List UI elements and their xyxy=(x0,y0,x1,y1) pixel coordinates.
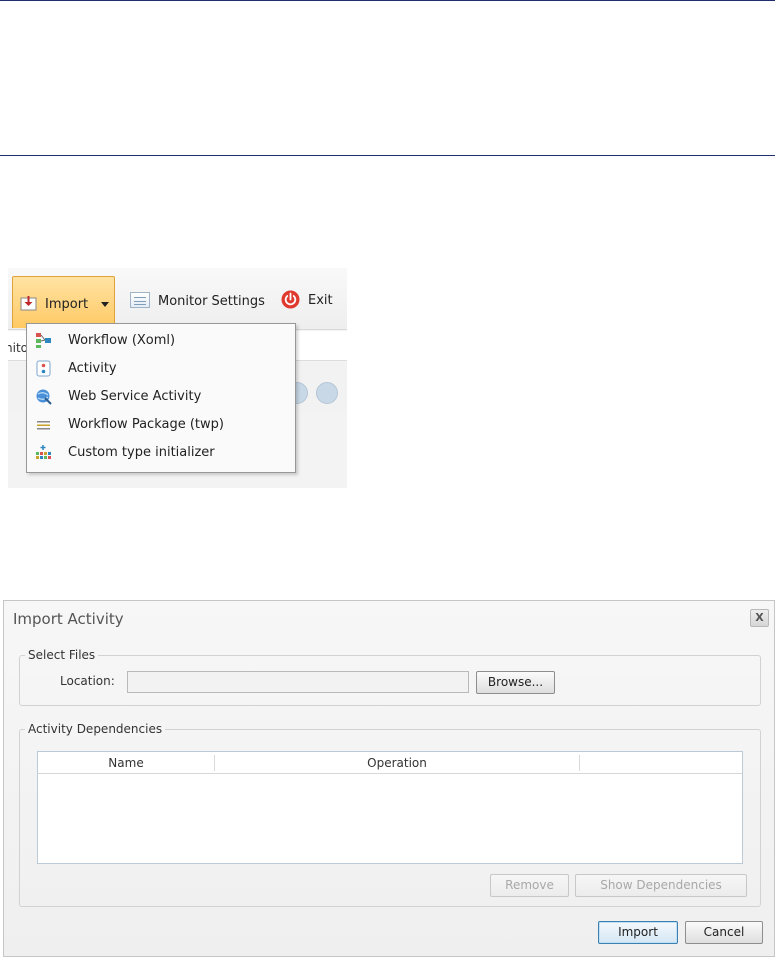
location-input[interactable] xyxy=(127,671,469,693)
activity-dependencies-legend: Activity Dependencies xyxy=(25,722,166,736)
menu-item-workflow-package[interactable]: Workflow Package (twp) xyxy=(28,410,294,438)
toolbar-screenshot: Import Monitor Settings Exit nito Workfl… xyxy=(8,268,347,488)
power-icon xyxy=(281,290,300,309)
browse-button[interactable]: Browse... xyxy=(476,671,555,694)
underlying-tab-text: nito xyxy=(8,341,28,355)
location-label: Location: xyxy=(60,674,115,688)
workflow-icon xyxy=(36,333,51,348)
dependencies-table[interactable]: Name Operation xyxy=(37,751,743,864)
monitor-settings-icon xyxy=(130,292,150,308)
menu-item-label: Custom type initializer xyxy=(68,445,215,460)
menu-item-label: Activity xyxy=(68,361,117,376)
show-dependencies-label: Show Dependencies xyxy=(600,878,722,892)
menu-item-custom-type-initializer[interactable]: Custom type initializer xyxy=(28,438,294,466)
remove-button[interactable]: Remove xyxy=(490,874,569,897)
import-icon xyxy=(20,296,37,311)
column-header-operation[interactable]: Operation xyxy=(215,752,579,774)
menu-item-label: Web Service Activity xyxy=(68,389,202,404)
exit-label: Exit xyxy=(308,293,333,308)
menu-item-workflow-xoml[interactable]: Workflow (Xoml) xyxy=(28,326,294,354)
top-rule xyxy=(0,0,775,1)
menu-item-activity[interactable]: Activity xyxy=(28,354,294,382)
activity-dependencies-group: Activity Dependencies Name Operation Rem… xyxy=(19,722,761,907)
close-button[interactable]: X xyxy=(750,609,769,627)
column-header-name[interactable]: Name xyxy=(38,752,214,774)
import-button[interactable]: Import xyxy=(598,921,678,944)
menu-item-label: Workflow (Xoml) xyxy=(68,333,176,348)
menu-item-label: Workflow Package (twp) xyxy=(68,417,224,432)
custom-type-icon xyxy=(36,445,51,459)
dialog-title: Import Activity xyxy=(13,610,124,628)
select-files-legend: Select Files xyxy=(25,648,99,662)
cancel-button-label: Cancel xyxy=(703,925,745,939)
browse-label: Browse... xyxy=(487,675,544,689)
show-dependencies-button[interactable]: Show Dependencies xyxy=(575,874,747,897)
activity-icon xyxy=(36,360,51,377)
circle-nav-icon-2 xyxy=(316,382,338,404)
web-service-icon xyxy=(36,389,52,405)
import-label: Import xyxy=(45,297,89,312)
table-header: Name Operation xyxy=(38,752,742,774)
menu-item-web-service-activity[interactable]: Web Service Activity xyxy=(28,382,294,410)
import-activity-dialog: Import Activity X Select Files Location:… xyxy=(3,600,775,957)
close-icon: X xyxy=(755,611,764,624)
import-button-label: Import xyxy=(618,925,658,939)
select-files-group: Select Files Location: Browse... xyxy=(19,648,761,706)
remove-label: Remove xyxy=(505,878,554,892)
import-menu: Workflow (Xoml) Activity Web Service Act… xyxy=(26,323,296,473)
bottom-rule xyxy=(0,155,775,156)
import-dropdown-button[interactable]: Import xyxy=(12,276,115,328)
toolbar: Import Monitor Settings Exit xyxy=(8,268,347,330)
monitor-settings-label: Monitor Settings xyxy=(158,294,265,309)
workflow-package-icon xyxy=(37,421,50,430)
chevron-down-icon[interactable] xyxy=(101,302,109,307)
cancel-button[interactable]: Cancel xyxy=(685,921,763,944)
column-header-extra[interactable] xyxy=(580,752,742,774)
